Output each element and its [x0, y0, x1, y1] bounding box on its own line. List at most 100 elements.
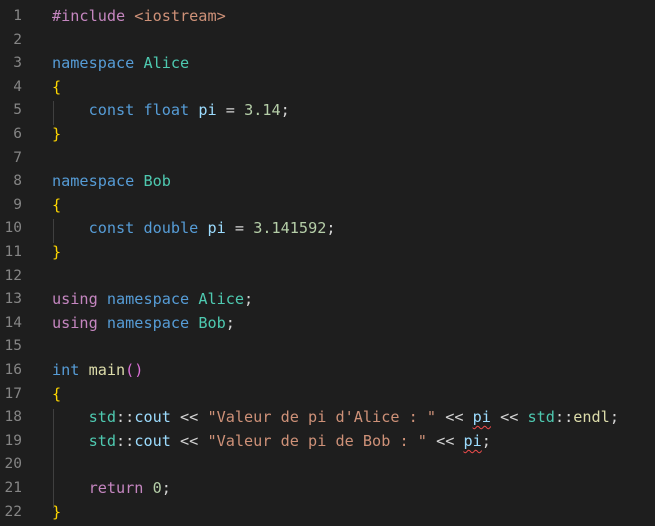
- indent-guide-main: [53, 409, 54, 508]
- indent-guide-bob: [53, 219, 54, 243]
- code-token: const: [88, 101, 144, 120]
- code-token: (): [125, 361, 144, 379]
- code-token: namespace: [52, 172, 144, 191]
- line-code[interactable]: int main(): [52, 359, 143, 383]
- code-line[interactable]: 19 std::cout << "Valeur de pi de Bob : "…: [0, 430, 655, 454]
- code-line[interactable]: 16 int main(): [0, 359, 655, 383]
- code-token: ;: [225, 313, 235, 332]
- line-code[interactable]: using namespace Bob;: [52, 312, 235, 336]
- code-editor[interactable]: 1 #include <iostream> 2 3 namespace Alice 4{5…: [0, 0, 655, 526]
- error-token: pi: [463, 431, 482, 450]
- code-line[interactable]: 22}: [0, 501, 655, 525]
- code-line[interactable]: 15: [0, 335, 655, 359]
- code-line[interactable]: 14 using namespace Bob;: [0, 312, 655, 336]
- code-line[interactable]: 5 const float pi = 3.14;: [0, 99, 655, 123]
- code-token: <<: [436, 408, 473, 427]
- line-code[interactable]: const float pi = 3.14;: [52, 99, 290, 123]
- line-code[interactable]: {: [52, 383, 61, 407]
- line-number: 17: [4, 385, 22, 402]
- code-token: ::: [116, 431, 135, 450]
- code-token: Bob: [198, 313, 226, 332]
- code-token: ::: [554, 408, 574, 427]
- code-token: "Valeur de pi de Bob : ": [207, 431, 427, 450]
- code-token: cout: [134, 431, 171, 450]
- line-number: 8: [13, 173, 22, 190]
- code-line[interactable]: 4{: [0, 76, 655, 100]
- line-number: 6: [13, 126, 22, 142]
- code-line[interactable]: 21 return 0;: [0, 477, 655, 501]
- code-line[interactable]: 17 {: [0, 383, 655, 407]
- code-token: ;: [481, 431, 491, 450]
- line-code[interactable]: std::cout << "Valeur de pi d'Alice : " <…: [52, 406, 619, 430]
- line-code[interactable]: }: [52, 123, 61, 147]
- code-token: }: [52, 125, 62, 143]
- code-token: "Valeur de pi d'Alice : ": [207, 408, 437, 427]
- code-token: {: [52, 77, 62, 96]
- code-line[interactable]: 20: [0, 453, 655, 477]
- code-token: ;: [326, 219, 336, 238]
- code-token: =: [225, 219, 254, 238]
- line-number: 14: [4, 314, 22, 331]
- code-token: std: [527, 408, 555, 427]
- code-line[interactable]: 13 using namespace Alice;: [0, 288, 655, 312]
- line-code[interactable]: #include <iostream>: [52, 5, 226, 29]
- line-number: 7: [13, 149, 22, 166]
- line-number: 3: [13, 55, 22, 72]
- code-token: ;: [161, 479, 171, 497]
- code-line[interactable]: 18 std::cout << "Valeur de pi d'Alice : …: [0, 406, 655, 430]
- code-line[interactable]: 10 const double pi = 3.141592;: [0, 217, 655, 241]
- code-token: ;: [609, 408, 619, 427]
- line-number: 15: [4, 338, 22, 355]
- code-token: const: [88, 219, 144, 238]
- code-token: int: [52, 361, 89, 379]
- code-token: ;: [244, 290, 254, 309]
- code-token: endl: [573, 408, 610, 427]
- code-line[interactable]: 9{: [0, 194, 655, 218]
- line-number: 5: [13, 102, 22, 119]
- line-number: 20: [4, 456, 22, 473]
- line-code[interactable]: namespace Bob: [52, 170, 171, 194]
- code-token: 3.141592: [253, 219, 327, 238]
- code-token: pi: [198, 101, 217, 120]
- code-token: {: [52, 384, 62, 403]
- code-token: using: [52, 313, 107, 332]
- code-line[interactable]: 1 #include <iostream>: [0, 5, 655, 29]
- line-code[interactable]: std::cout << "Valeur de pi de Bob : " <<…: [52, 430, 491, 454]
- code-token: 3.14: [244, 101, 281, 120]
- line-code[interactable]: const double pi = 3.141592;: [52, 217, 336, 241]
- code-line[interactable]: 12: [0, 265, 655, 289]
- line-number: 9: [13, 196, 22, 213]
- code-line[interactable]: 8 namespace Bob: [0, 170, 655, 194]
- line-number: 21: [4, 480, 22, 496]
- code-line[interactable]: 11}: [0, 241, 655, 265]
- line-number: 19: [4, 432, 22, 449]
- code-line[interactable]: 2: [0, 29, 655, 53]
- line-number: 18: [4, 409, 22, 426]
- line-number: 2: [13, 31, 22, 48]
- code-token: std: [88, 408, 117, 427]
- code-token: }: [52, 243, 62, 261]
- code-line[interactable]: 6}: [0, 123, 655, 147]
- code-line[interactable]: 7: [0, 147, 655, 171]
- line-code[interactable]: return 0;: [52, 477, 171, 501]
- line-code[interactable]: namespace Alice: [52, 52, 189, 76]
- line-code[interactable]: {: [52, 76, 61, 100]
- code-token: <<: [426, 431, 464, 450]
- code-token: {: [52, 195, 62, 214]
- code-line[interactable]: 3 namespace Alice: [0, 52, 655, 76]
- code-token: return: [88, 479, 153, 497]
- code-token: namespace: [106, 290, 199, 309]
- line-code[interactable]: using namespace Alice;: [52, 288, 253, 312]
- line-number: 13: [4, 291, 22, 308]
- line-number: 11: [4, 244, 22, 260]
- code-token: main: [88, 361, 126, 379]
- indent-guide-alice: [53, 101, 54, 125]
- line-number: 4: [13, 78, 22, 95]
- line-code[interactable]: {: [52, 194, 61, 218]
- line-code[interactable]: }: [52, 241, 61, 265]
